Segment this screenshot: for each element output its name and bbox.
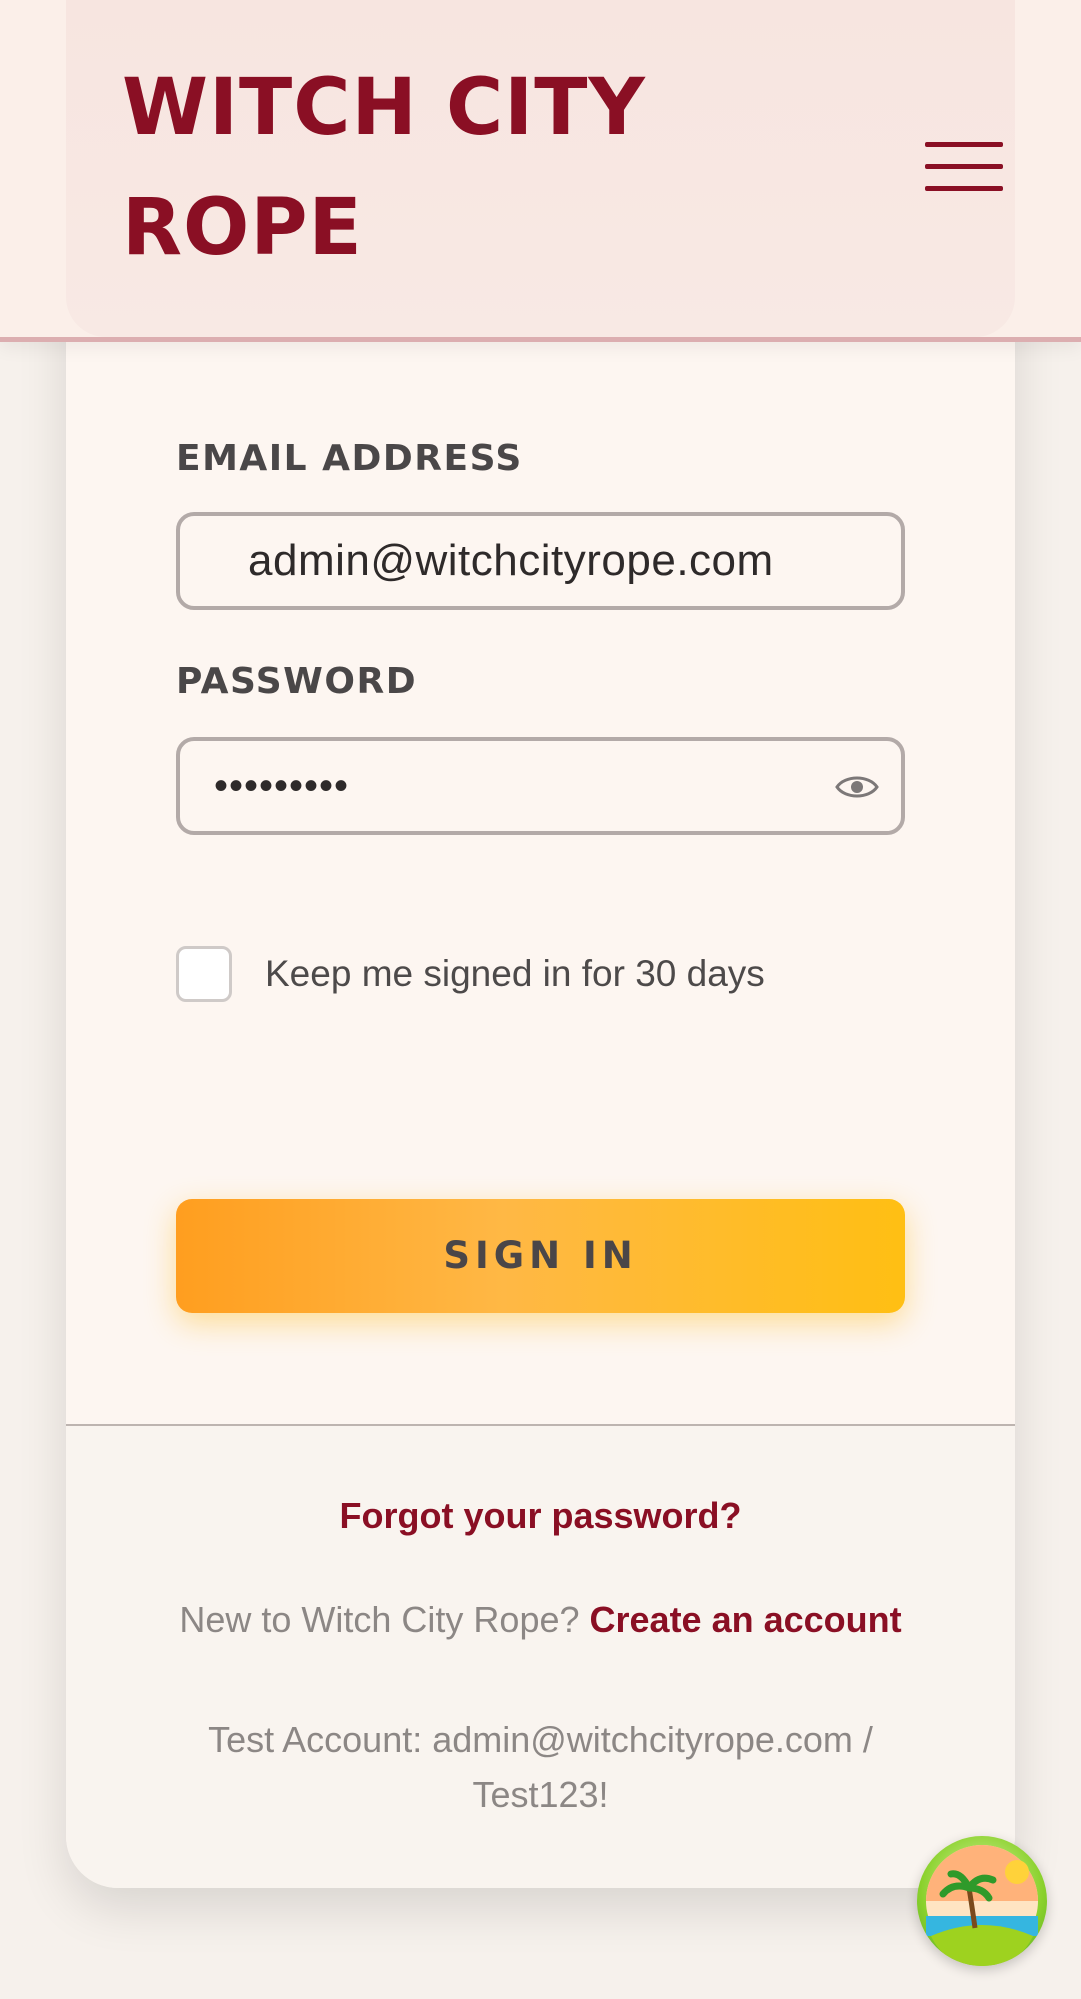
hamburger-icon-bar <box>925 186 1003 191</box>
create-account-row: New to Witch City Rope? Create an accoun… <box>0 1599 1081 1641</box>
test-account-note: Test Account: admin@witchcityrope.com / … <box>208 1719 873 1815</box>
logo-line-1: WITCH CITY <box>122 63 646 153</box>
email-value: admin@witchcityrope.com <box>248 536 774 585</box>
remember-label: Keep me signed in for 30 days <box>265 953 765 994</box>
remember-checkbox[interactable] <box>176 946 232 1002</box>
password-field[interactable]: ••••••••• <box>176 737 905 835</box>
password-value: ••••••••• <box>214 764 350 808</box>
forgot-password-link[interactable]: Forgot your password? <box>0 1495 1081 1537</box>
password-label: PASSWORD <box>176 661 418 702</box>
eye-icon[interactable] <box>835 765 879 809</box>
site-logo[interactable]: WITCH CITY ROPE <box>122 48 682 288</box>
email-field[interactable]: admin@witchcityrope.com <box>176 512 905 610</box>
sign-in-button[interactable]: SIGN IN <box>176 1199 905 1313</box>
email-label: EMAIL ADDRESS <box>176 438 523 479</box>
create-account-link[interactable]: Create an account <box>590 1599 902 1640</box>
site-header: WITCH CITY ROPE <box>0 0 1081 342</box>
hamburger-menu-button[interactable] <box>925 140 1005 194</box>
new-user-prompt: New to Witch City Rope? <box>179 1599 590 1640</box>
hamburger-icon <box>925 142 1003 147</box>
island-badge-icon[interactable] <box>917 1836 1047 1966</box>
hamburger-icon-bar <box>925 164 1003 169</box>
logo-line-2: ROPE <box>122 183 363 273</box>
